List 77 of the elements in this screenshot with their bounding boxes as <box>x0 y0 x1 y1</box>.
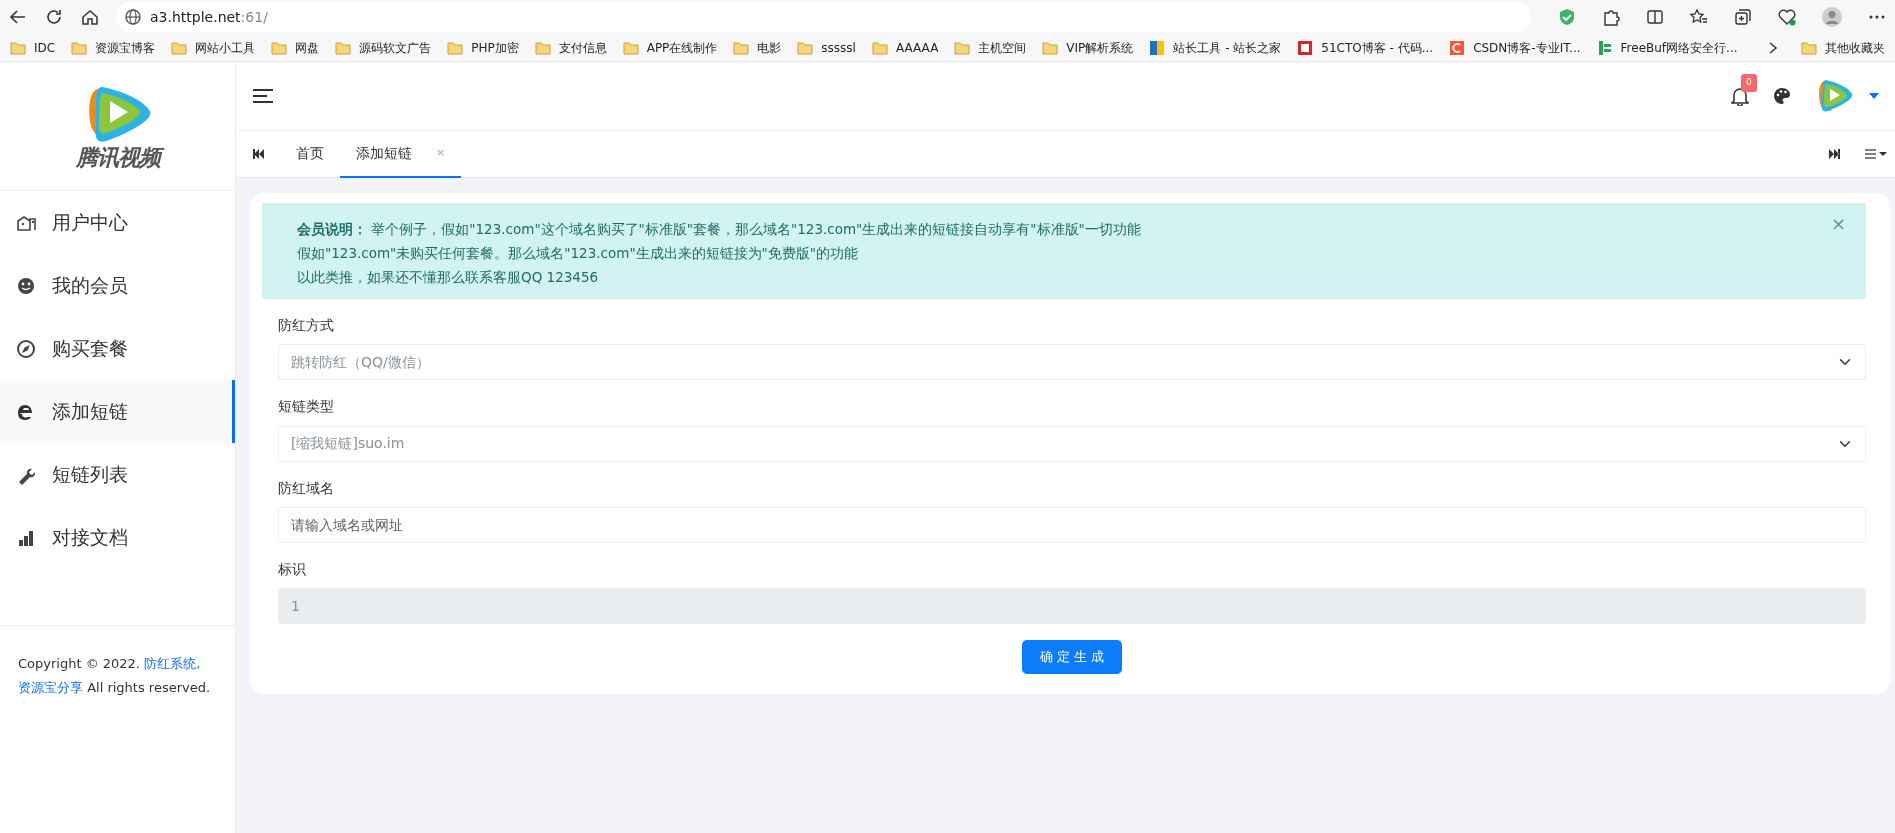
bookmark[interactable]: PHP加密 <box>441 38 525 57</box>
bookmark[interactable]: 网盘 <box>265 38 326 57</box>
submit-button[interactable]: 确 定 生 成 <box>1021 640 1123 674</box>
field-label: 标识 <box>278 559 307 579</box>
bookmark[interactable]: 源码软文广告 <box>329 38 438 57</box>
bookmark[interactable]: CSDN博客-专业IT... <box>1443 38 1587 57</box>
folder-icon <box>71 40 88 55</box>
sidebar-item[interactable]: 短链列表 <box>0 443 235 506</box>
copyright-text: Copyright © 2022. 防红系统, 资源宝分享 All rights reserved. <box>0 625 235 726</box>
compass-icon <box>16 338 36 359</box>
address-text: a3.httple.net:61/ <box>150 7 268 27</box>
text-input-field[interactable]: 请输入域名或网址 <box>278 506 1866 543</box>
site-icon <box>1149 39 1166 56</box>
folder-icon <box>797 40 814 55</box>
footer-link[interactable]: 防红系统, <box>144 656 201 671</box>
sidebar-item[interactable]: 添加短链 <box>0 380 235 443</box>
chevron-right-icon[interactable] <box>1767 40 1779 55</box>
folder-icon <box>1801 40 1817 55</box>
folder-icon <box>733 40 750 55</box>
skip-forward-icon[interactable] <box>1829 149 1841 159</box>
bookmark[interactable]: 电影 <box>727 38 788 57</box>
sidebar-item[interactable]: 购买套餐 <box>0 317 235 380</box>
notification-count: 0 <box>1741 74 1757 92</box>
tab[interactable]: 首页 <box>280 130 340 178</box>
home-icon[interactable] <box>80 7 100 27</box>
bookmark[interactable]: 站长工具 - 站长之家 <box>1143 38 1288 57</box>
profile-icon[interactable] <box>1821 6 1843 28</box>
folder-icon <box>447 40 464 55</box>
alert-text: 会员说明： 举个例子，假如"123.com"这个域名购买了"标准版"套餐，那么域名"123.com"生成出来的短链接自动享有"标准版"一切功能 <box>297 220 1142 239</box>
tab[interactable]: 添加短链 × <box>340 130 462 178</box>
folder-icon <box>10 40 26 55</box>
sidebar-item[interactable]: 我的会员 <box>0 254 235 317</box>
folder-icon <box>271 40 288 55</box>
bookmark[interactable]: sssssl <box>791 38 862 57</box>
bookmark[interactable]: APP在线制作 <box>616 38 724 57</box>
site-icon <box>1449 39 1466 56</box>
bookmark[interactable]: IDC <box>4 38 62 57</box>
folder-icon <box>954 40 971 55</box>
bookmark[interactable]: 支付信息 <box>528 38 613 57</box>
globe-icon <box>124 8 142 26</box>
bookmark[interactable]: 其他收藏夹 <box>1795 38 1891 57</box>
bookmark[interactable]: 网站小工具 <box>165 38 262 57</box>
bookmark[interactable]: 51CTO博客 - 代码... <box>1291 38 1440 57</box>
alert-text: 以此类推，如果还不懂那么联系客服QQ 123456 <box>297 268 600 287</box>
folder-icon <box>335 40 352 55</box>
bookmark[interactable]: AAAAA <box>865 38 945 57</box>
site-icon <box>1596 39 1613 56</box>
bookmark[interactable]: FreeBuf网络安全行... <box>1590 38 1744 57</box>
sidebar-item[interactable]: 用户中心 <box>0 191 235 254</box>
folder-icon <box>171 40 188 55</box>
collections-icon[interactable] <box>1733 7 1753 27</box>
notification-bell-icon[interactable] <box>1731 86 1749 106</box>
field-label: 短链类型 <box>278 397 335 417</box>
bookmark[interactable]: 资源宝博客 <box>65 38 162 57</box>
split-screen-icon[interactable] <box>1645 7 1665 27</box>
folder-icon <box>534 40 551 55</box>
field-label: 防红方式 <box>278 316 335 335</box>
palette-icon[interactable] <box>1773 87 1791 105</box>
bookmark[interactable]: 主机空间 <box>948 38 1033 57</box>
alert-text: 假如"123.com"未购买任何套餐。那么域名"123.com"生成出来的短链接为"免费版"的功能 <box>297 244 860 263</box>
smiley-icon <box>16 275 36 296</box>
puzzle-icon[interactable] <box>1601 7 1621 27</box>
folder-icon <box>622 40 639 55</box>
folder-icon <box>871 40 888 55</box>
site-icon <box>1297 39 1314 56</box>
reload-icon[interactable] <box>44 7 64 27</box>
bookmark[interactable]: VIP解析系统 <box>1036 38 1140 57</box>
footer-link[interactable]: 资源宝分享 <box>18 680 83 695</box>
heartbeat-icon[interactable] <box>1777 7 1797 27</box>
caret-down-icon[interactable] <box>1869 93 1879 99</box>
field-label: 防红域名 <box>278 478 335 498</box>
address-bar[interactable]: a3.httple.net:61/ <box>116 2 1531 32</box>
sidebar-item[interactable]: 对接文档 <box>0 506 235 569</box>
folder-icon <box>1042 40 1059 55</box>
menu-icon[interactable] <box>252 87 274 105</box>
list-dropdown-icon[interactable] <box>1865 149 1887 159</box>
skip-back-icon[interactable] <box>252 149 264 159</box>
